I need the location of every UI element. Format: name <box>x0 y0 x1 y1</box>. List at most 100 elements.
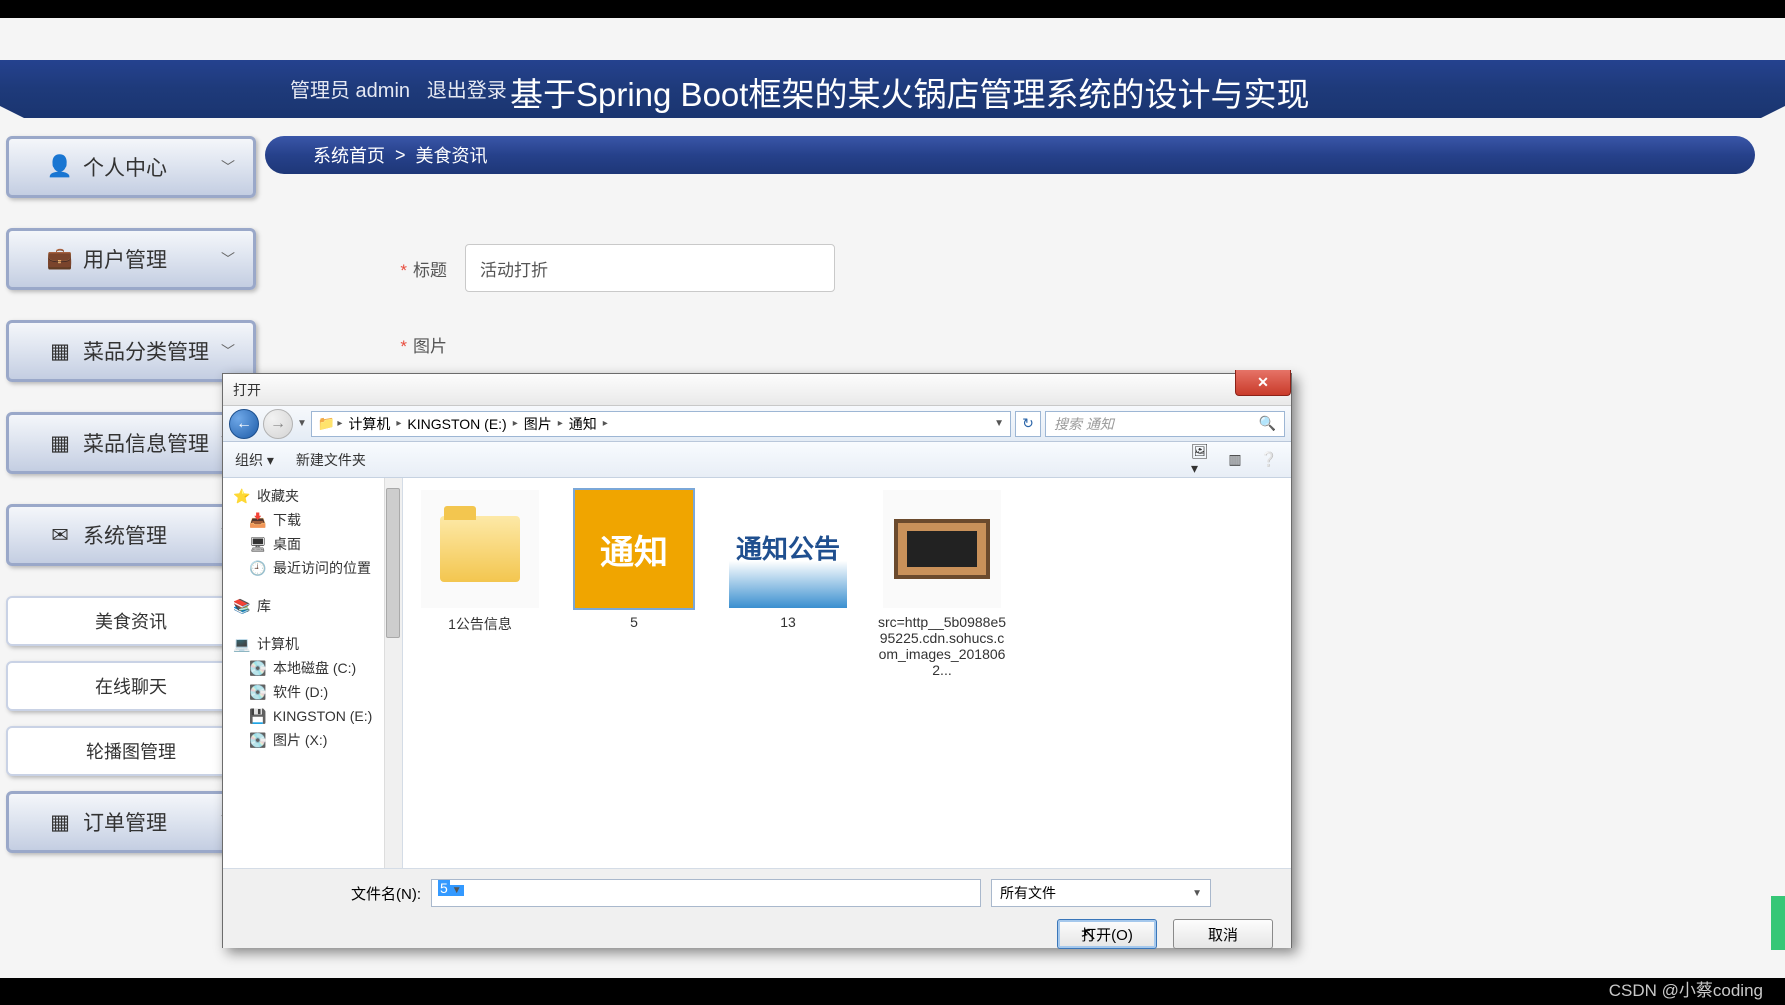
arrow-left-icon: ← <box>236 415 252 433</box>
file-item-image[interactable]: 通知公告 13 <box>723 490 853 630</box>
chevron-down-icon[interactable]: ▼ <box>297 418 307 429</box>
nav-label: 在线聊天 <box>95 673 167 699</box>
title-input[interactable] <box>465 244 835 292</box>
folder-tree: ⭐收藏夹 📥下载 🖥桌面 🕘最近访问的位置 📚库 💻 计算机 💽 本地磁盘 (C:)… <box>223 478 403 868</box>
path-seg[interactable]: KINGSTON (E:) <box>403 416 510 432</box>
nav-personal-center[interactable]: 👤个人中心﹀ <box>6 136 256 198</box>
open-button[interactable]: 打开(O) <box>1057 919 1157 949</box>
nav-label: 系统管理 <box>83 520 167 550</box>
close-icon: ✕ <box>1257 374 1269 391</box>
filename-label: 文件名(N): <box>241 883 421 904</box>
file-item-folder[interactable]: 1公告信息 <box>415 490 545 634</box>
nav-label: 菜品分类管理 <box>83 336 209 366</box>
path-seg[interactable]: 计算机 <box>344 414 394 434</box>
dialog-title: 打开 <box>233 380 261 400</box>
tree-scrollbar[interactable] <box>384 478 402 868</box>
nav-sub-food-news[interactable]: 美食资讯 <box>6 596 256 646</box>
cancel-button[interactable]: 取消 <box>1173 919 1273 949</box>
tree-desktop[interactable]: 🖥桌面 <box>223 532 402 556</box>
tree-drive-c[interactable]: 💽 本地磁盘 (C:) <box>223 656 402 680</box>
image-thumbnail <box>883 490 1001 608</box>
close-button[interactable]: ✕ <box>1235 370 1291 396</box>
nav-user-mgmt[interactable]: 💼用户管理﹀ <box>6 228 256 290</box>
dialog-navbar: ← → ▼ 📁▸ 计算机▸ KINGSTON (E:)▸ 图片▸ 通知▸ ▼ ↻… <box>223 406 1291 442</box>
star-icon: ⭐ <box>233 487 251 505</box>
file-list[interactable]: 1公告信息 通知 5 通知公告 13 src=http__5b0988e5952… <box>403 478 1291 868</box>
tree-drive-d[interactable]: 💽软件 (D:) <box>223 680 402 704</box>
watermark: CSDN @小蔡coding <box>1609 976 1763 1001</box>
nav-dish-info[interactable]: ▦菜品信息管理﹀ <box>6 412 256 474</box>
folder-icon: 📁 <box>318 415 335 432</box>
chevron-down-icon[interactable]: ▼ <box>994 418 1004 429</box>
chevron-down-icon[interactable]: ▼ <box>450 885 464 896</box>
tree-favorites[interactable]: ⭐收藏夹 <box>223 484 402 508</box>
path-sep: ▸ <box>558 418 563 429</box>
organize-menu[interactable]: 组织 ▾ <box>235 450 274 470</box>
filename-value: 5 <box>438 880 450 896</box>
scrollbar-thumb[interactable] <box>386 488 400 638</box>
nav-label: 用户管理 <box>83 244 167 274</box>
tree-label: 图片 (X:) <box>273 730 327 750</box>
tree-drive-x[interactable]: 💽图片 (X:) <box>223 728 402 752</box>
tree-label: 库 <box>257 596 271 616</box>
nav-label: 订单管理 <box>83 807 167 837</box>
tree-label: 桌面 <box>273 534 301 554</box>
path-seg[interactable]: 图片 <box>520 414 556 434</box>
person-icon: 👤 <box>49 156 71 178</box>
nav-sub-online-chat[interactable]: 在线聊天 <box>6 661 256 711</box>
computer-icon: 💻 <box>233 635 251 653</box>
tree-drive-e[interactable]: 💾KINGSTON (E:) <box>223 704 402 728</box>
preview-pane-button[interactable]: ▥ <box>1225 451 1245 469</box>
sidebar: 👤个人中心﹀ 💼 用户管理 ﹀ ▦ 菜品分类管理 ﹀ ▦菜品信息管理﹀ ✉系统管理﹀ 美… <box>6 136 256 883</box>
tree-recent[interactable]: 🕘最近访问的位置 <box>223 556 402 580</box>
path-sep: ▸ <box>396 418 401 429</box>
grid-icon: ▦ <box>49 340 71 362</box>
form-label-image: *图片 <box>265 332 465 357</box>
nav-order-mgmt[interactable]: ▦订单管理﹀ <box>6 791 256 853</box>
nav-forward-button[interactable]: → <box>263 409 293 439</box>
filename-input[interactable]: 5▼ <box>431 879 981 907</box>
filetype-select[interactable]: 所有文件▼ <box>991 879 1211 907</box>
tree-label: KINGSTON (E:) <box>273 708 372 724</box>
image-thumbnail: 通知公告 <box>729 490 847 608</box>
tree-downloads[interactable]: 📥下载 <box>223 508 402 532</box>
breadcrumb-home[interactable]: 系统首页 <box>313 142 385 168</box>
nav-dish-category[interactable]: ▦ 菜品分类管理 ﹀ <box>6 320 256 382</box>
dialog-button-row: 打开(O) 取消 <box>241 919 1273 949</box>
file-item-image[interactable]: src=http__5b0988e595225.cdn.sohucs.com_i… <box>877 490 1007 678</box>
path-box[interactable]: 📁▸ 计算机▸ KINGSTON (E:)▸ 图片▸ 通知▸ ▼ <box>311 411 1011 437</box>
file-name: 1公告信息 <box>415 614 545 634</box>
dialog-body: ⭐收藏夹 📥下载 🖥桌面 🕘最近访问的位置 📚库 💻 计算机 💽 本地磁盘 (C:)… <box>223 478 1291 868</box>
briefcase-icon: 💼 <box>49 248 71 270</box>
nav-label: 美食资讯 <box>95 608 167 634</box>
drive-icon: 💽 <box>249 659 267 677</box>
nav-back-button[interactable]: ← <box>229 409 259 439</box>
view-menu[interactable]: 🖼 ▾ <box>1191 451 1211 469</box>
breadcrumb-sep: > <box>395 145 406 166</box>
search-input[interactable]: 搜索 通知🔍 <box>1045 411 1285 437</box>
tree-label: 计算机 <box>257 634 299 654</box>
label-text: 标题 <box>413 261 447 280</box>
tree-computer[interactable]: 💻 计算机 <box>223 632 402 656</box>
tree-label: 本地磁盘 (C:) <box>273 658 356 678</box>
file-item-image[interactable]: 通知 5 <box>569 490 699 630</box>
required-mark: * <box>400 261 407 280</box>
refresh-icon: ↻ <box>1022 415 1034 432</box>
path-seg[interactable]: 通知 <box>565 414 601 434</box>
help-button[interactable]: ❔ <box>1259 451 1279 469</box>
folder-icon <box>440 516 520 582</box>
recent-icon: 🕘 <box>249 559 267 577</box>
file-name: src=http__5b0988e595225.cdn.sohucs.com_i… <box>877 614 1007 678</box>
new-folder-button[interactable]: 新建文件夹 <box>296 450 366 470</box>
grid-icon: ▦ <box>49 811 71 833</box>
chevron-down-icon: ﹀ <box>221 341 235 361</box>
nav-sub-carousel[interactable]: 轮播图管理 <box>6 726 256 776</box>
dialog-titlebar[interactable]: 打开 ✕ <box>223 374 1291 406</box>
breadcrumb-current: 美食资讯 <box>416 142 488 168</box>
refresh-button[interactable]: ↻ <box>1015 411 1041 437</box>
side-fab[interactable] <box>1771 896 1785 950</box>
tree-library[interactable]: 📚库 <box>223 594 402 618</box>
nav-system-mgmt[interactable]: ✉系统管理﹀ <box>6 504 256 566</box>
logout-link[interactable]: 退出登录 <box>427 80 507 102</box>
chevron-down-icon: ﹀ <box>221 157 235 177</box>
